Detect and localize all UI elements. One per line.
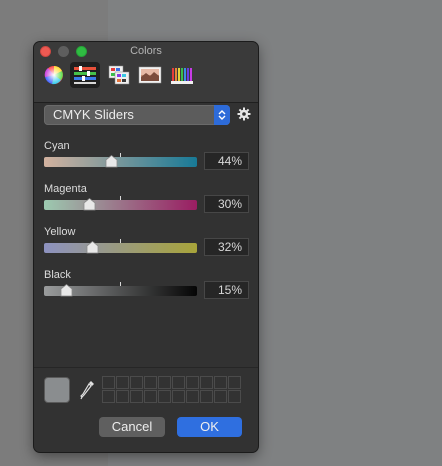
color-mode-select[interactable]: CMYK Sliders xyxy=(44,105,230,125)
color-wheel-icon xyxy=(44,66,63,85)
cancel-button[interactable]: Cancel xyxy=(99,417,165,437)
magenta-value-field[interactable]: 30% xyxy=(204,195,249,213)
swatch-slot[interactable] xyxy=(214,376,227,389)
magenta-slider-track[interactable] xyxy=(44,200,197,210)
swatch-slot[interactable] xyxy=(200,376,213,389)
black-value-field[interactable]: 15% xyxy=(204,281,249,299)
black-label: Black xyxy=(44,269,71,281)
swatch-slot[interactable] xyxy=(116,390,129,403)
swatch-slot[interactable] xyxy=(144,376,157,389)
swatch-slot[interactable] xyxy=(214,390,227,403)
colors-window: Colors CMYK Sliders Cyan 44% Magenta 30%… xyxy=(34,42,258,452)
black-slider-thumb[interactable] xyxy=(60,283,73,297)
tab-color-sliders[interactable] xyxy=(70,62,100,88)
cyan-label: Cyan xyxy=(44,140,70,152)
swatch-slot[interactable] xyxy=(186,390,199,403)
yellow-label: Yellow xyxy=(44,226,76,238)
cyan-slider-track[interactable] xyxy=(44,157,197,167)
titlebar: Colors xyxy=(34,42,258,103)
cyan-value-field[interactable]: 44% xyxy=(204,152,249,170)
tab-color-wheel[interactable] xyxy=(39,62,69,88)
swatch-slot[interactable] xyxy=(228,390,241,403)
swatch-slot[interactable] xyxy=(130,390,143,403)
swatch-slot[interactable] xyxy=(200,390,213,403)
magenta-label: Magenta xyxy=(44,183,87,195)
eyedropper-icon[interactable] xyxy=(80,379,96,406)
chevron-updown-icon xyxy=(214,105,230,125)
pencils-icon xyxy=(171,68,193,84)
swatch-slot[interactable] xyxy=(102,390,115,403)
palette-grid-icon xyxy=(108,65,130,85)
swatch-slot[interactable] xyxy=(130,376,143,389)
sliders-icon xyxy=(74,66,96,84)
tab-color-palettes[interactable] xyxy=(104,62,134,88)
yellow-slider-thumb[interactable] xyxy=(86,240,99,254)
swatch-slot[interactable] xyxy=(102,376,115,389)
ok-button[interactable]: OK xyxy=(177,417,242,437)
current-color-well[interactable] xyxy=(44,377,70,403)
gear-icon[interactable] xyxy=(237,107,251,126)
tab-image-palettes[interactable] xyxy=(135,62,165,88)
image-palette-icon xyxy=(138,66,162,84)
window-title: Colors xyxy=(130,45,162,57)
tab-pencils[interactable] xyxy=(167,62,197,88)
yellow-value-field[interactable]: 32% xyxy=(204,238,249,256)
swatch-slot[interactable] xyxy=(228,376,241,389)
color-mode-value: CMYK Sliders xyxy=(53,107,134,122)
cyan-slider-thumb[interactable] xyxy=(105,154,118,168)
swatch-slot[interactable] xyxy=(158,376,171,389)
swatch-slot[interactable] xyxy=(172,390,185,403)
swatch-slot[interactable] xyxy=(172,376,185,389)
magenta-slider-thumb[interactable] xyxy=(83,197,96,211)
divider xyxy=(34,367,258,368)
swatch-slot[interactable] xyxy=(116,376,129,389)
swatch-slot[interactable] xyxy=(158,390,171,403)
swatch-slot[interactable] xyxy=(144,390,157,403)
custom-swatch-grid xyxy=(102,376,241,403)
yellow-slider-track[interactable] xyxy=(44,243,197,253)
swatch-slot[interactable] xyxy=(186,376,199,389)
